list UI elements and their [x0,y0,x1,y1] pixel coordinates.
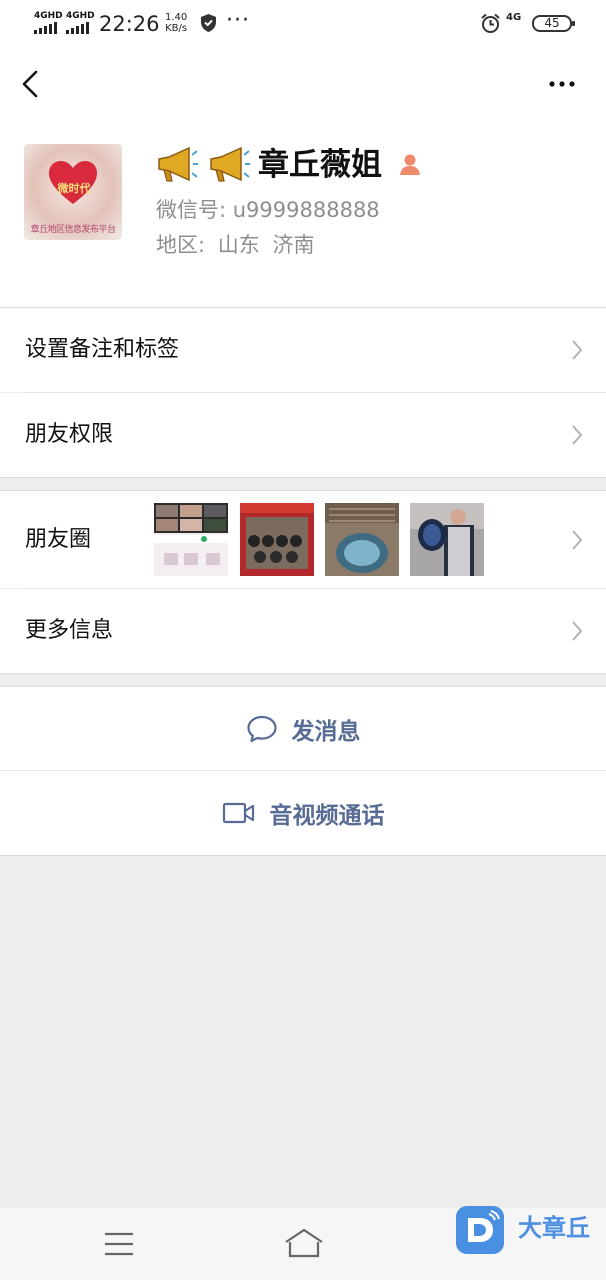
chevron-right-icon [572,530,583,550]
signal-2-label: 4GHD [66,11,95,21]
alarm-icon [481,13,500,33]
status-bar: 4GHD 4GHD 22:26 1.40 KB/s ··· 4G 45 [0,0,606,48]
separator [0,673,606,674]
avatar-brand-text: 微时代 [57,182,91,195]
friend-permissions-label: 朋友权限 [25,422,114,447]
network-type: 4G [506,12,522,23]
send-message-label: 发消息 [291,718,361,745]
moments-label: 朋友圈 [25,527,92,552]
video-call-button[interactable]: 音视频通话 [0,771,606,855]
home-icon[interactable] [284,1228,324,1258]
network-speed: 1.40 KB/s [165,12,187,34]
separator [0,855,606,856]
speed-value: 1.40 [165,12,188,23]
moments-thumbnail[interactable] [325,503,399,576]
chevron-right-icon [572,621,583,641]
watermark-text: 大章丘 [518,1214,590,1242]
contact-name: 章丘薇姐 [258,147,382,183]
more-notifications-icon: ··· [226,8,250,33]
chevron-right-icon [572,425,583,445]
wechat-id: 微信号: u9999888888 [156,198,380,222]
avatar[interactable]: 微时代 章丘地区信息发布平台 [24,144,122,240]
watermark-logo-icon [456,1206,504,1254]
friend-permissions-item[interactable]: 朋友权限 [0,393,606,477]
more-info-item[interactable]: 更多信息 [0,589,606,673]
more-options-icon[interactable] [540,64,584,104]
signal-1-label: 4GHD [34,11,63,21]
megaphone-icon [210,146,250,182]
shield-icon [201,14,216,32]
moments-thumbnail[interactable] [410,503,484,576]
signal-strength-1: 4GHD [34,11,63,34]
moments-thumbnail[interactable] [154,503,228,576]
clock: 22:26 [99,12,160,36]
moments-thumbnail[interactable] [240,503,314,576]
video-camera-icon [222,802,254,824]
send-message-button[interactable]: 发消息 [0,687,606,770]
chevron-right-icon [572,340,583,360]
region-label: 地区: [156,233,206,257]
video-call-label: 音视频通话 [269,803,385,829]
battery-indicator: 45 [532,15,575,32]
region-province: 山东 [217,233,260,257]
remark-and-tags-item[interactable]: 设置备注和标签 [0,308,606,392]
back-arrow-icon[interactable] [14,64,48,104]
menu-icon[interactable] [104,1231,134,1257]
separator [0,477,606,478]
watermark: 大章丘 [456,1206,606,1258]
megaphone-icon [158,146,198,182]
remark-and-tags-label: 设置备注和标签 [25,337,180,362]
more-info-label: 更多信息 [25,618,114,643]
region: 地区: 山东 济南 [156,231,320,259]
avatar-slogan-text: 章丘地区信息发布平台 [30,225,116,235]
speed-unit: KB/s [165,23,188,34]
signal-strength-2: 4GHD [66,11,95,34]
chat-bubble-icon [246,715,277,742]
female-gender-icon [400,154,420,175]
region-city: 济南 [272,233,315,257]
